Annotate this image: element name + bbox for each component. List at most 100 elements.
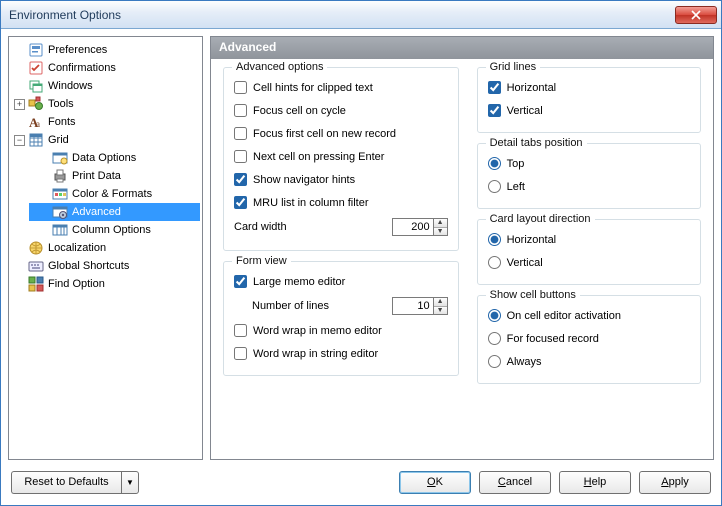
checkbox-ww-memo[interactable]	[234, 324, 247, 337]
tree-item-label: Find Option	[48, 278, 196, 290]
close-button[interactable]	[675, 6, 717, 24]
field-card-width: Card width ▲▼	[234, 214, 448, 240]
checkbox-gl-horizontal[interactable]	[488, 81, 501, 94]
tree-item-windows[interactable]: Windows	[11, 77, 200, 95]
reset-defaults-button[interactable]: Reset to Defaults	[11, 471, 121, 494]
tree-item-label: Windows	[48, 80, 196, 92]
spin-up-icon[interactable]: ▲	[434, 298, 447, 307]
opt-next-cell-enter[interactable]: Next cell on pressing Enter	[234, 145, 448, 168]
tree-item-print-data[interactable]: Print Data	[29, 167, 200, 185]
colorformat-icon	[52, 186, 68, 202]
checkbox-mru-list[interactable]	[234, 196, 247, 209]
tree-item-confirmations[interactable]: Confirmations	[11, 59, 200, 77]
opt-sc-always[interactable]: Always	[488, 350, 690, 373]
dataopt-icon	[52, 150, 68, 166]
tree-item-find-option[interactable]: Find Option	[11, 275, 200, 293]
reset-defaults-dropdown[interactable]: ▼	[121, 471, 139, 494]
spin-up-icon[interactable]: ▲	[434, 219, 447, 228]
opt-ww-memo[interactable]: Word wrap in memo editor	[234, 319, 448, 342]
opt-focus-cycle[interactable]: Focus cell on cycle	[234, 99, 448, 122]
tree-item-advanced[interactable]: Advanced	[29, 203, 200, 221]
opt-focus-first[interactable]: Focus first cell on new record	[234, 122, 448, 145]
tree-item-data-options[interactable]: Data Options	[29, 149, 200, 167]
nav-tree: Preferences Confirmations Windows + Tools Aa F…	[8, 36, 203, 460]
radio-dt-left[interactable]	[488, 180, 501, 193]
checkbox-show-nav-hints[interactable]	[234, 173, 247, 186]
tree-item-label: Fonts	[48, 116, 196, 128]
advanced-icon	[52, 204, 68, 220]
spin-down-icon[interactable]: ▼	[434, 228, 447, 236]
tree-item-localization[interactable]: Localization	[11, 239, 200, 257]
legend: Detail tabs position	[486, 137, 587, 149]
radio-cl-horizontal[interactable]	[488, 233, 501, 246]
tree-item-fonts[interactable]: Aa Fonts	[11, 113, 200, 131]
checkbox-large-memo[interactable]	[234, 275, 247, 288]
shortcut-icon	[28, 258, 44, 274]
checkbox-gl-vertical[interactable]	[488, 104, 501, 117]
opt-sc-activation[interactable]: On cell editor activation	[488, 304, 690, 327]
input-num-lines[interactable]	[392, 297, 434, 315]
opt-cell-hints[interactable]: Cell hints for clipped text	[234, 76, 448, 99]
legend: Show cell buttons	[486, 289, 580, 301]
tree-item-label: Tools	[48, 98, 196, 110]
legend: Grid lines	[486, 61, 540, 73]
radio-dt-top[interactable]	[488, 157, 501, 170]
windows-icon	[28, 78, 44, 94]
settings-panel: Advanced Advanced options Cell hints for…	[210, 36, 714, 460]
opt-dt-top[interactable]: Top	[488, 152, 690, 175]
tree-item-label: Localization	[48, 242, 196, 254]
opt-large-memo[interactable]: Large memo editor	[234, 270, 448, 293]
opt-sc-focused[interactable]: For focused record	[488, 327, 690, 350]
radio-sc-activation[interactable]	[488, 309, 501, 322]
chevron-down-icon: ▼	[126, 478, 134, 487]
fonts-icon: Aa	[28, 114, 44, 130]
opt-ww-string[interactable]: Word wrap in string editor	[234, 342, 448, 365]
tools-icon	[28, 96, 44, 112]
checkbox-cell-hints[interactable]	[234, 81, 247, 94]
ok-button[interactable]: OK	[399, 471, 471, 494]
title-bar: Environment Options	[1, 1, 721, 29]
opt-dt-left[interactable]: Left	[488, 175, 690, 198]
legend: Form view	[232, 255, 291, 267]
close-icon	[691, 10, 701, 20]
opt-cl-horizontal[interactable]: Horizontal	[488, 228, 690, 251]
tree-item-grid[interactable]: −Grid	[11, 131, 200, 149]
radio-cl-vertical[interactable]	[488, 256, 501, 269]
tree-item-label: Column Options	[72, 224, 196, 236]
checkbox-focus-cycle[interactable]	[234, 104, 247, 117]
opt-show-nav-hints[interactable]: Show navigator hints	[234, 168, 448, 191]
body: Preferences Confirmations Windows + Tools Aa F…	[1, 29, 721, 467]
cancel-button[interactable]: Cancel	[479, 471, 551, 494]
panel-body: Advanced options Cell hints for clipped …	[211, 59, 713, 459]
opt-mru-list[interactable]: MRU list in column filter	[234, 191, 448, 214]
radio-sc-always[interactable]	[488, 355, 501, 368]
tree-item-label: Advanced	[72, 206, 196, 218]
spin-down-icon[interactable]: ▼	[434, 307, 447, 315]
opt-gl-vertical[interactable]: Vertical	[488, 99, 690, 122]
group-form-view: Form view Large memo editor Number of li…	[223, 261, 459, 376]
checkbox-next-cell-enter[interactable]	[234, 150, 247, 163]
expand-icon[interactable]: +	[14, 99, 25, 110]
tree-item-label: Data Options	[72, 152, 196, 164]
columns-icon	[52, 222, 68, 238]
apply-button[interactable]: Apply	[639, 471, 711, 494]
tree-item-label: Global Shortcuts	[48, 260, 196, 272]
checkbox-focus-first[interactable]	[234, 127, 247, 140]
input-card-width[interactable]	[392, 218, 434, 236]
panel-title: Advanced	[211, 37, 713, 59]
radio-sc-focused[interactable]	[488, 332, 501, 345]
tree-item-column-options[interactable]: Column Options	[29, 221, 200, 239]
opt-cl-vertical[interactable]: Vertical	[488, 251, 690, 274]
tree-item-color-formats[interactable]: Color & Formats	[29, 185, 200, 203]
tree-item-label: Confirmations	[48, 62, 196, 74]
opt-gl-horizontal[interactable]: Horizontal	[488, 76, 690, 99]
tree-item-tools[interactable]: + Tools	[11, 95, 200, 113]
collapse-icon[interactable]: −	[14, 135, 25, 146]
group-card-layout: Card layout direction Horizontal Vertica…	[477, 219, 701, 285]
tree-item-label: Print Data	[72, 170, 196, 182]
group-grid-lines: Grid lines Horizontal Vertical	[477, 67, 701, 133]
help-button[interactable]: Help	[559, 471, 631, 494]
tree-item-preferences[interactable]: Preferences	[11, 41, 200, 59]
checkbox-ww-string[interactable]	[234, 347, 247, 360]
tree-item-global-shortcuts[interactable]: Global Shortcuts	[11, 257, 200, 275]
